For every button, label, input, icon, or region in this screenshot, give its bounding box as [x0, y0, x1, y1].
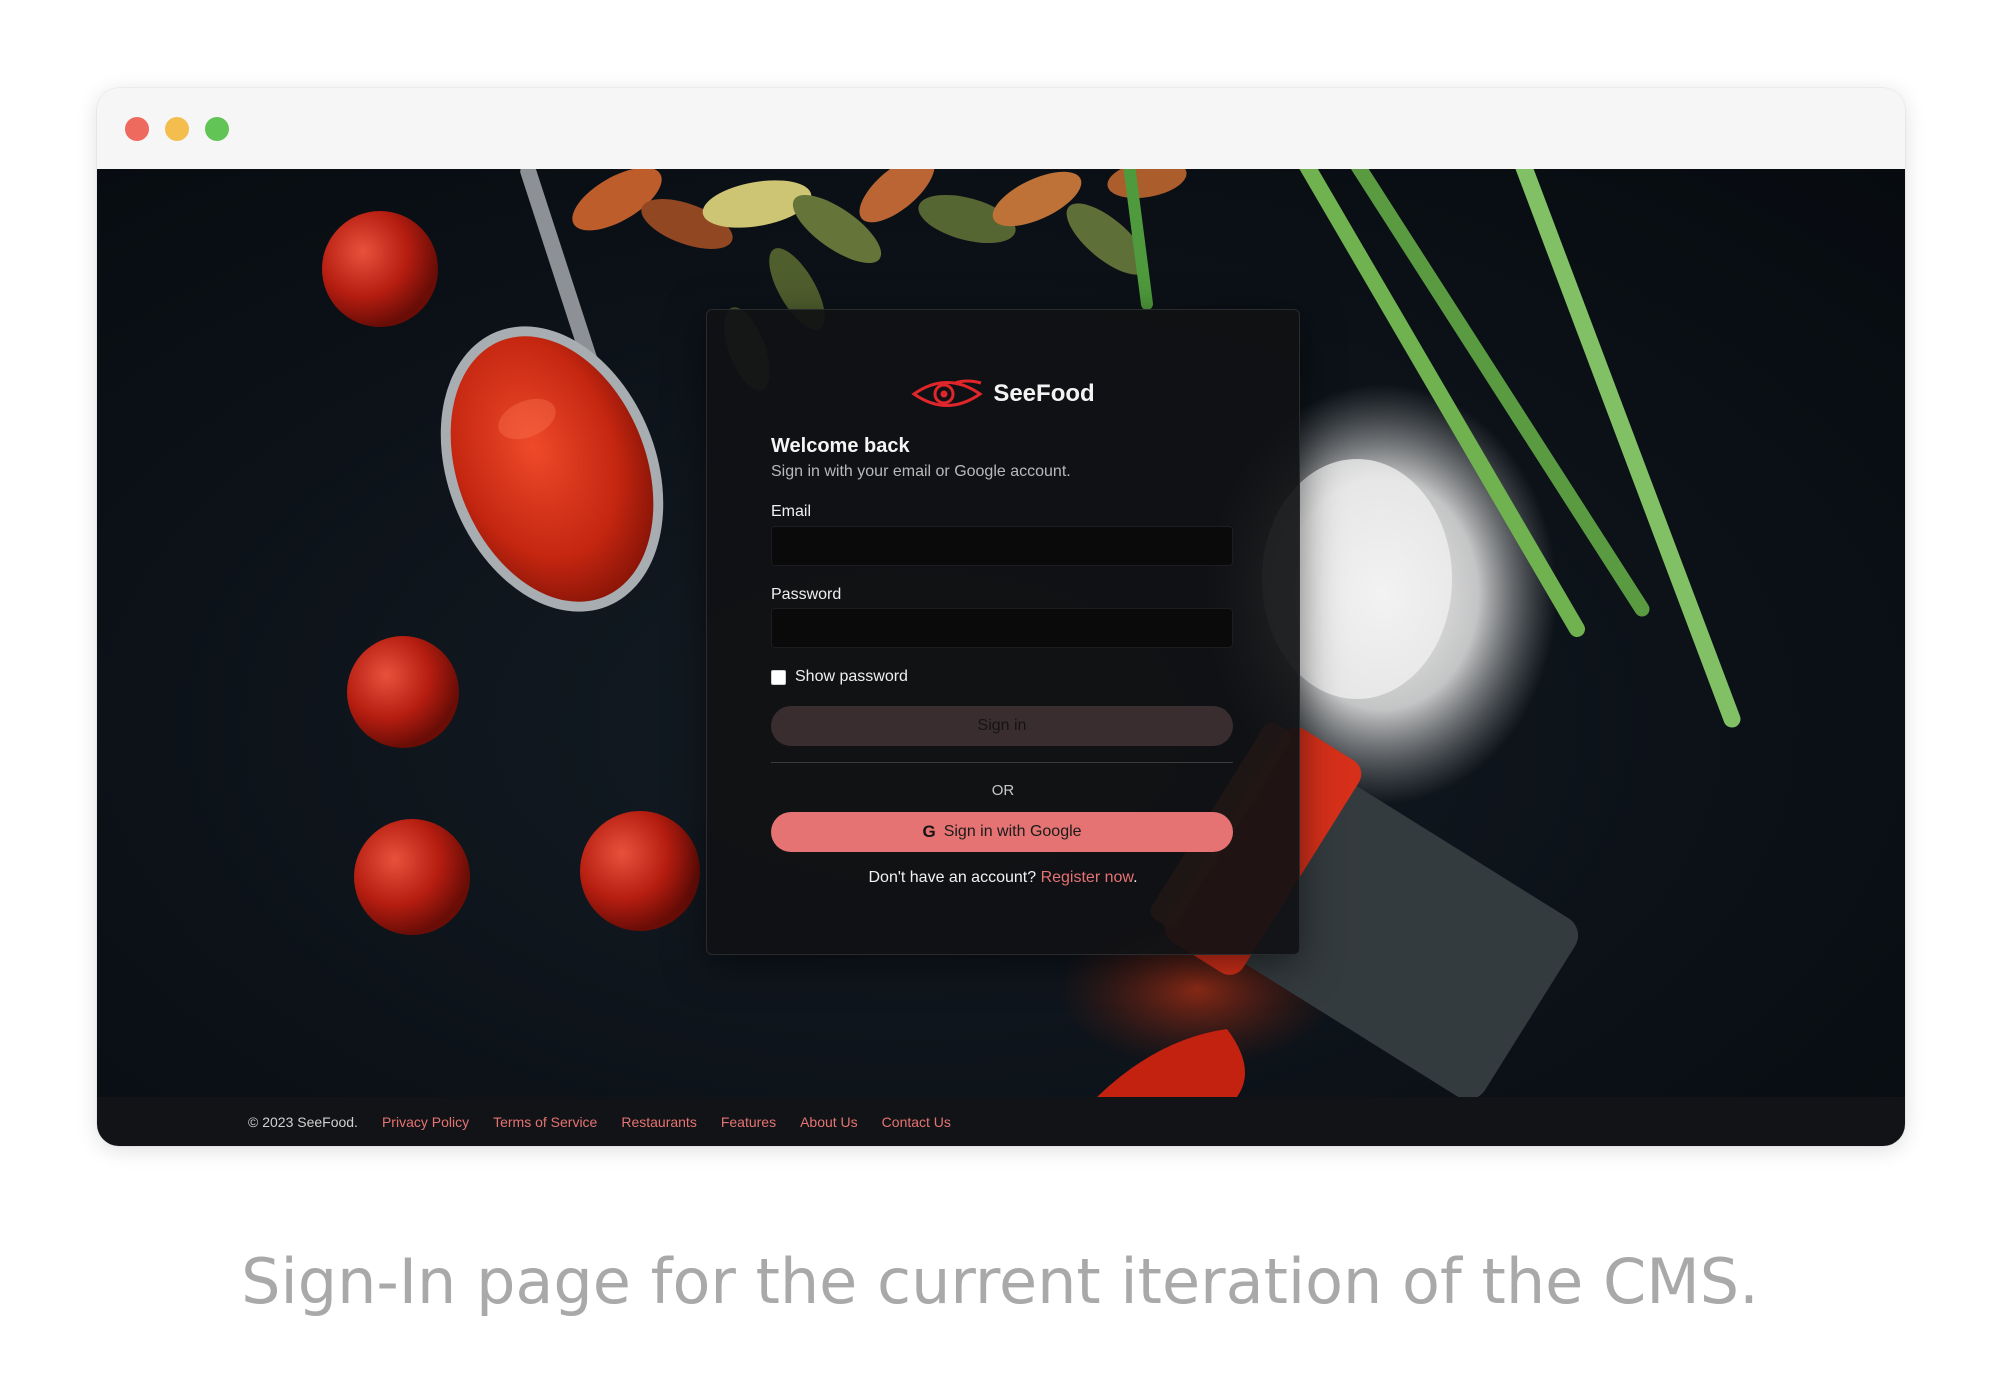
footer-link-contact-us[interactable]: Contact Us	[882, 1114, 951, 1130]
page-footer: © 2023 SeeFood. Privacy Policy Terms of …	[97, 1097, 1905, 1146]
footer-link-terms-of-service[interactable]: Terms of Service	[493, 1114, 597, 1130]
window-titlebar	[97, 88, 1905, 169]
sign-in-button[interactable]: Sign in	[771, 706, 1233, 746]
password-input[interactable]	[771, 608, 1233, 648]
register-prompt: Don't have an account? Register now.	[707, 869, 1299, 887]
show-password-label[interactable]: Show password	[795, 668, 908, 686]
footer-link-about-us[interactable]: About Us	[800, 1114, 858, 1130]
register-link[interactable]: Register now	[1041, 869, 1134, 886]
eye-logo-icon	[911, 379, 983, 407]
close-window-button[interactable]	[125, 117, 149, 141]
zoom-window-button[interactable]	[205, 117, 229, 141]
show-password-row[interactable]: Show password	[771, 668, 908, 686]
brand: SeeFood	[707, 374, 1299, 414]
email-input[interactable]	[771, 526, 1233, 566]
email-label: Email	[771, 503, 812, 520]
login-title: Welcome back	[771, 435, 910, 457]
brand-name: SeeFood	[993, 380, 1095, 407]
sign-in-button-label: Sign in	[977, 717, 1027, 734]
minimize-window-button[interactable]	[165, 117, 189, 141]
footer-copyright: © 2023 SeeFood.	[248, 1113, 358, 1130]
register-suffix: .	[1133, 869, 1138, 886]
browser-window: SeeFood Welcome back Sign in with your e…	[97, 88, 1905, 1146]
password-label: Password	[771, 586, 842, 603]
show-password-checkbox[interactable]	[771, 669, 786, 685]
footer-link-features[interactable]: Features	[721, 1114, 776, 1130]
footer-link-restaurants[interactable]: Restaurants	[621, 1114, 696, 1130]
divider	[771, 762, 1233, 763]
spoon-with-sauce	[440, 169, 664, 612]
login-card: SeeFood Welcome back Sign in with your e…	[706, 309, 1300, 955]
google-icon: G	[922, 822, 936, 841]
screenshot-caption: Sign-In page for the current iteration o…	[241, 1245, 1759, 1318]
page-content: SeeFood Welcome back Sign in with your e…	[97, 169, 1905, 1097]
google-sign-in-label: Sign in with Google	[943, 823, 1082, 840]
google-sign-in-button[interactable]: G Sign in with Google	[771, 812, 1233, 852]
no-account-text: Don't have an account?	[868, 869, 1037, 886]
login-subtitle: Sign in with your email or Google accoun…	[771, 463, 1071, 480]
or-separator: OR	[991, 782, 1015, 799]
footer-link-privacy-policy[interactable]: Privacy Policy	[382, 1114, 469, 1130]
